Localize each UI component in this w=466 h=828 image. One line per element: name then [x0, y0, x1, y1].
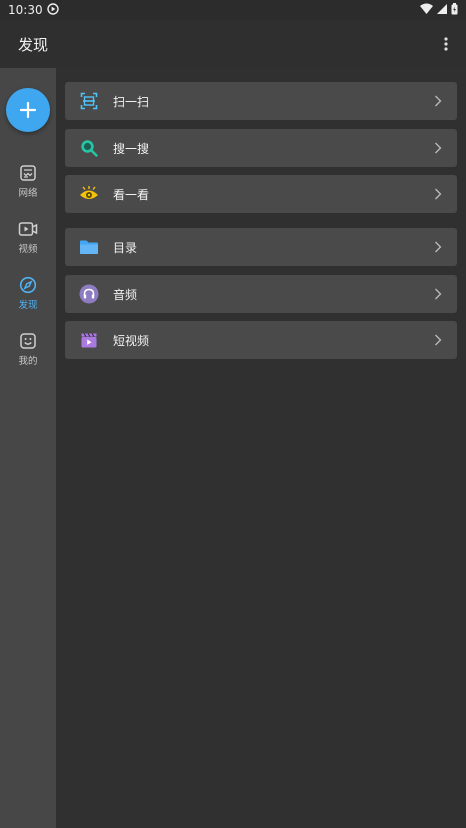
list-item-label: 音频: [113, 287, 138, 302]
page-title: 发现: [18, 35, 49, 54]
list-item-short-video[interactable]: 短视频: [65, 321, 457, 359]
smiley-icon: [20, 333, 36, 349]
add-button[interactable]: [6, 88, 50, 132]
signal-icon: [437, 3, 447, 17]
sidebar-item-discover[interactable]: 发现: [0, 276, 56, 322]
sidebar: 网络 视频 发现 我的: [0, 68, 56, 828]
chevron-right-icon: [431, 333, 445, 347]
video-icon: [18, 222, 38, 236]
more-options-button[interactable]: [436, 30, 456, 58]
sidebar-item-label: 网络: [18, 188, 38, 199]
more-vertical-icon: [444, 37, 448, 51]
sidebar-item-video[interactable]: 视频: [0, 220, 56, 266]
sidebar-item-label: 我的: [18, 356, 38, 367]
compass-icon: [19, 276, 37, 294]
chevron-right-icon: [431, 94, 445, 108]
search-icon: [79, 138, 99, 158]
chevron-right-icon: [431, 141, 445, 155]
list-item-label: 搜一搜: [113, 141, 150, 156]
sidebar-item-label: 发现: [18, 300, 38, 311]
status-bar: 10:30: [0, 0, 466, 20]
status-time: 10:30: [8, 3, 43, 17]
chevron-right-icon: [431, 287, 445, 301]
sidebar-item-label: 视频: [18, 244, 38, 255]
list-item-directory[interactable]: 目录: [65, 228, 457, 266]
battery-icon: [451, 2, 458, 18]
headphones-icon: [79, 284, 99, 304]
clapper-icon: [79, 330, 99, 350]
sidebar-item-mine[interactable]: 我的: [0, 332, 56, 378]
list-item-audio[interactable]: 音频: [65, 275, 457, 313]
list-item-label: 看一看: [113, 187, 150, 202]
list-item-label: 扫一扫: [113, 94, 150, 109]
folder-icon: [79, 237, 99, 257]
chevron-right-icon: [431, 187, 445, 201]
list-item-search[interactable]: 搜一搜: [65, 129, 457, 167]
eye-icon: [79, 184, 99, 204]
discover-list: 扫一扫 搜一搜 看一看 目录 音频 短视频: [56, 68, 466, 828]
sidebar-item-network[interactable]: 网络: [0, 164, 56, 210]
wifi-icon: [420, 3, 433, 17]
list-item-scan[interactable]: 扫一扫: [65, 82, 457, 120]
network-icon: [20, 165, 36, 181]
play-status-icon: [46, 2, 59, 18]
chevron-right-icon: [431, 240, 445, 254]
list-item-look[interactable]: 看一看: [65, 175, 457, 213]
plus-icon: [19, 101, 37, 119]
scan-icon: [79, 91, 99, 111]
app-bar: 发现: [0, 20, 466, 68]
list-item-label: 目录: [113, 240, 138, 255]
list-item-label: 短视频: [113, 333, 150, 348]
